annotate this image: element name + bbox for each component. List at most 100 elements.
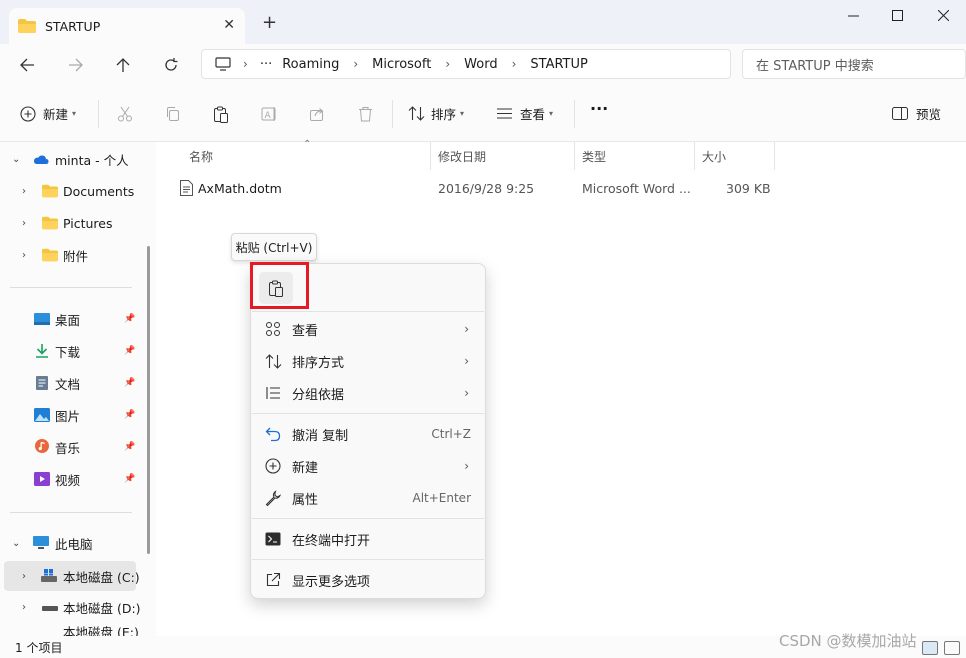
breadcrumb-more[interactable]: ···: [260, 57, 272, 72]
sidebar-item-desktop[interactable]: 桌面 📌: [0, 306, 150, 332]
watermark: CSDN @数模加油站: [779, 632, 917, 650]
share-button[interactable]: [306, 103, 328, 125]
menu-item-undo-copy[interactable]: 撤消 复制 Ctrl+Z: [255, 419, 481, 449]
minimize-button[interactable]: [830, 4, 876, 26]
menu-item-show-more-options[interactable]: 显示更多选项: [255, 565, 481, 595]
svg-text:A: A: [264, 111, 271, 121]
new-tab-button[interactable]: +: [262, 12, 277, 33]
sidebar-item-documents[interactable]: › Documents: [0, 178, 150, 204]
close-window-button[interactable]: [920, 4, 966, 26]
sidebar-item-images[interactable]: 图片 📌: [0, 402, 150, 428]
column-header-size[interactable]: 大小: [702, 148, 726, 165]
paste-tooltip: 粘贴 (Ctrl+V): [231, 233, 317, 261]
preview-label: 预览: [916, 107, 942, 122]
maximize-button[interactable]: [874, 4, 920, 26]
new-button[interactable]: 新建 ▾: [20, 104, 76, 123]
sidebar-item-videos[interactable]: 视频 📌: [0, 466, 150, 492]
paste-button[interactable]: [210, 103, 232, 125]
divider: [252, 413, 484, 414]
arrow-up-icon: [116, 57, 130, 72]
menu-item-shortcut: Ctrl+Z: [431, 427, 471, 441]
column-header-type[interactable]: 类型: [582, 148, 606, 165]
breadcrumb-startup[interactable]: STARTUP: [530, 57, 587, 72]
sidebar-item-downloads[interactable]: 下载 📌: [0, 338, 150, 364]
sidebar-item-this-pc[interactable]: ⌄ 此电脑: [0, 530, 150, 556]
pin-icon[interactable]: 📌: [124, 346, 135, 356]
close-icon: [937, 9, 949, 21]
divider: [430, 142, 431, 170]
pin-icon[interactable]: 📌: [124, 410, 135, 420]
chevron-right-icon: ›: [464, 459, 469, 473]
close-tab-icon[interactable]: ✕: [223, 17, 235, 33]
chevron-down-icon: ⌄: [12, 537, 21, 549]
sidebar-item-attachments[interactable]: › 附件: [0, 242, 150, 268]
sidebar-item-label: 本地磁盘 (C:): [63, 569, 140, 585]
more-options-button[interactable]: ···: [590, 99, 608, 118]
delete-button[interactable]: [354, 103, 376, 125]
folder-icon: [18, 19, 36, 33]
file-name[interactable]: AxMath.dotm: [198, 181, 282, 196]
sidebar-item-docs[interactable]: 文档 📌: [0, 370, 150, 396]
sidebar-item-drive-c[interactable]: › 本地磁盘 (C:): [4, 561, 140, 591]
address-bar[interactable]: › ··· Roaming › Microsoft › Word › START…: [201, 49, 731, 79]
search-input[interactable]: 在 STARTUP 中搜索: [742, 49, 966, 79]
sidebar-item-onedrive[interactable]: ⌄ minta - 个人: [0, 146, 150, 172]
divider: [98, 100, 99, 128]
details-view-button[interactable]: [922, 641, 938, 655]
chevron-down-icon: ▾: [72, 109, 77, 118]
sidebar-scrollbar[interactable]: [147, 246, 150, 554]
menu-item-label: 排序方式: [292, 355, 345, 371]
refresh-button[interactable]: [158, 53, 184, 77]
sidebar-item-label: 视频: [55, 472, 81, 488]
menu-item-properties[interactable]: 属性 Alt+Enter: [255, 483, 481, 513]
rename-button[interactable]: A: [258, 103, 280, 125]
breadcrumb-roaming[interactable]: Roaming: [282, 57, 339, 72]
plus-circle-icon: [264, 457, 282, 475]
divider: [10, 287, 132, 288]
chevron-right-icon: ›: [243, 57, 248, 71]
menu-item-label: 在终端中打开: [292, 533, 371, 549]
pin-icon[interactable]: 📌: [124, 442, 135, 452]
terminal-icon: [264, 530, 282, 548]
sidebar-item-music[interactable]: 音乐 📌: [0, 434, 150, 460]
menu-item-view[interactable]: 查看 ›: [255, 314, 481, 344]
pin-icon[interactable]: 📌: [124, 474, 135, 484]
computer-icon: [33, 536, 49, 549]
file-type: Microsoft Word ...: [582, 181, 691, 196]
column-header-modified[interactable]: 修改日期: [438, 148, 486, 165]
chevron-right-icon: ›: [464, 354, 469, 368]
up-button[interactable]: [110, 53, 136, 77]
breadcrumb-microsoft[interactable]: Microsoft: [372, 57, 431, 72]
pin-icon[interactable]: 📌: [124, 378, 135, 388]
copy-button[interactable]: [162, 103, 184, 125]
view-label: 查看: [520, 107, 546, 122]
drive-icon: [42, 606, 58, 611]
menu-item-label: 属性: [292, 492, 319, 508]
menu-item-sort-by[interactable]: 排序方式 ›: [255, 346, 481, 376]
sidebar-item-pictures[interactable]: › Pictures: [0, 210, 150, 236]
navigation-pane: ⌄ minta - 个人 › Documents › Pictures › 附件…: [0, 142, 156, 636]
back-button[interactable]: [14, 53, 40, 77]
tiles-view-button[interactable]: [944, 641, 960, 655]
preview-pane-button[interactable]: 预览: [892, 104, 941, 123]
menu-item-open-terminal[interactable]: 在终端中打开: [255, 524, 481, 554]
chevron-right-icon: ›: [353, 57, 359, 71]
tab-title: STARTUP: [45, 18, 101, 34]
view-button[interactable]: 查看 ▾: [496, 104, 553, 123]
sort-icon: [408, 106, 425, 121]
sidebar-item-drive-e[interactable]: 本地磁盘 (E:): [0, 626, 150, 636]
tab-startup[interactable]: STARTUP ✕: [9, 8, 245, 44]
chevron-right-icon: ›: [22, 185, 26, 197]
cut-button[interactable]: [114, 103, 136, 125]
column-header-name[interactable]: 名称: [189, 148, 213, 165]
sort-label: 排序: [431, 107, 457, 122]
sidebar-item-drive-d[interactable]: › 本地磁盘 (D:): [0, 594, 150, 620]
desktop-icon: [34, 313, 50, 325]
sidebar-item-label: minta - 个人: [55, 152, 129, 168]
menu-item-new[interactable]: 新建 ›: [255, 451, 481, 481]
menu-item-group-by[interactable]: 分组依据 ›: [255, 378, 481, 408]
sort-button[interactable]: 排序 ▾: [408, 104, 464, 123]
forward-button[interactable]: [62, 53, 88, 77]
pin-icon[interactable]: 📌: [124, 314, 135, 324]
breadcrumb-word[interactable]: Word: [464, 57, 497, 72]
